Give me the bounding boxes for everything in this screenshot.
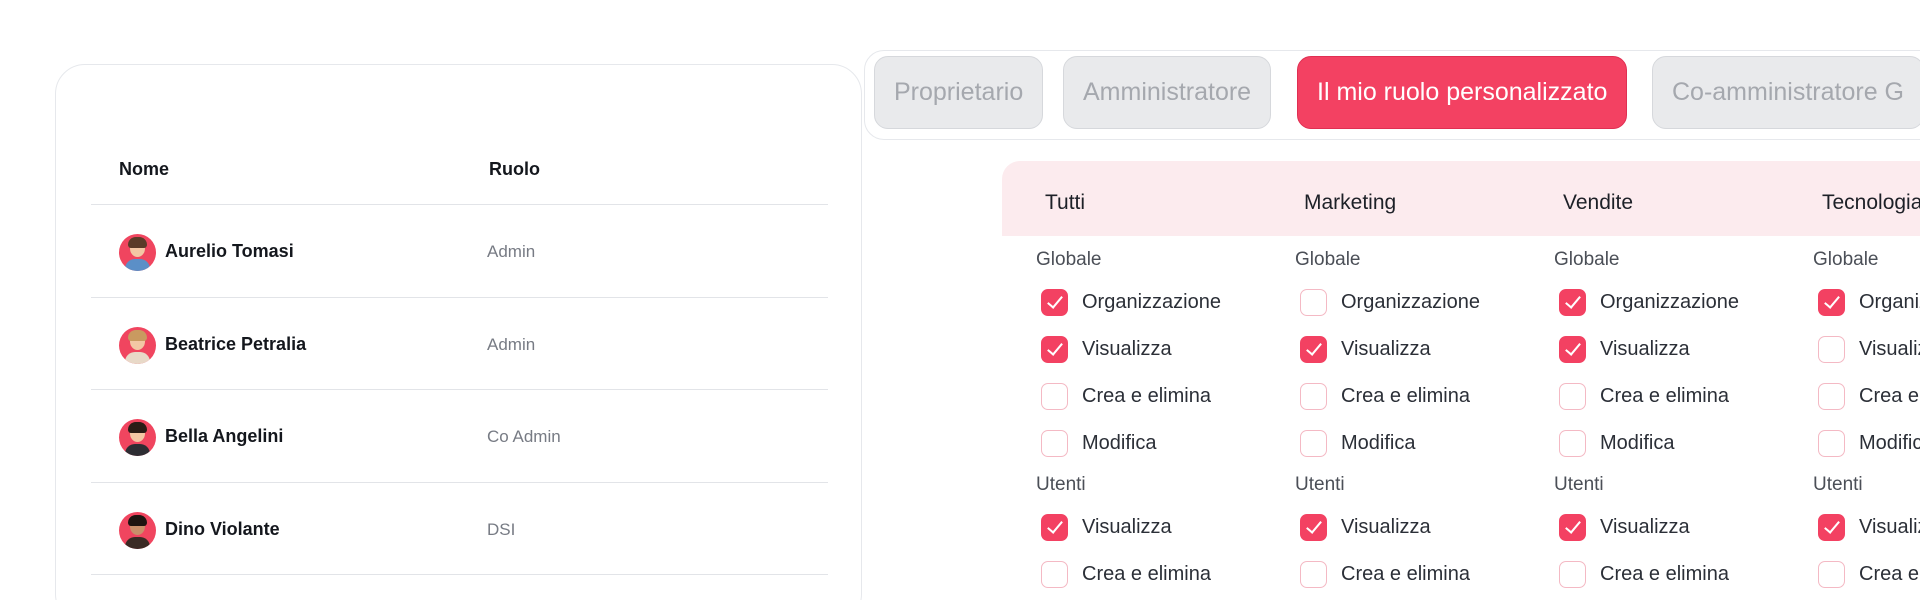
- avatar: [119, 419, 156, 456]
- checkbox[interactable]: [1300, 289, 1327, 316]
- avatar: [119, 511, 156, 549]
- checkbox[interactable]: [1041, 289, 1068, 316]
- permission-label: Crea e elimina: [1341, 385, 1470, 407]
- permission-label: Organizzazione: [1600, 291, 1739, 313]
- users-table: Nome Ruolo Aurelio Tomasi Admin Beatrice…: [91, 115, 828, 575]
- checkbox[interactable]: [1041, 514, 1068, 541]
- tab-co-amministratore[interactable]: Co-amministratore G: [1652, 56, 1920, 129]
- column-title-vendite: Vendite: [1563, 191, 1634, 214]
- checkbox[interactable]: [1300, 336, 1327, 363]
- checkbox[interactable]: [1559, 336, 1586, 363]
- permission-label: Visualizza: [1600, 516, 1690, 538]
- column-header-name[interactable]: Nome: [119, 159, 169, 180]
- column-title-tecnologia: Tecnologia: [1822, 191, 1920, 214]
- users-table-header: Nome Ruolo: [91, 115, 828, 205]
- permission-label: Crea e elimina: [1082, 385, 1211, 407]
- tab-custom-role[interactable]: Il mio ruolo personalizzato: [1297, 56, 1628, 129]
- group-label-utenti: Utenti: [1813, 474, 1863, 495]
- checkbox[interactable]: [1300, 514, 1327, 541]
- permission-label: Modifica: [1600, 432, 1675, 454]
- user-role: Co Admin: [487, 427, 561, 446]
- permissions-header: [1002, 161, 1920, 236]
- checkbox[interactable]: [1559, 289, 1586, 316]
- permission-label: Modifica: [1859, 432, 1920, 454]
- user-name: Dino Violante: [165, 518, 280, 539]
- checkbox[interactable]: [1041, 561, 1068, 588]
- checkbox[interactable]: [1818, 430, 1845, 457]
- group-label-globale: Globale: [1036, 249, 1102, 270]
- user-name: Aurelio Tomasi: [165, 241, 294, 261]
- table-row[interactable]: Aurelio Tomasi Admin: [91, 205, 828, 298]
- permission-label: Visualizza: [1859, 516, 1920, 538]
- permission-label: Crea e elimina: [1859, 563, 1920, 585]
- column-header-role[interactable]: Ruolo: [489, 159, 540, 180]
- group-label-globale: Globale: [1813, 249, 1879, 270]
- checkbox[interactable]: [1559, 430, 1586, 457]
- tab-amministratore[interactable]: Amministratore: [1063, 56, 1272, 129]
- user-name: Beatrice Petralia: [165, 333, 307, 354]
- permission-label: Crea e elimina: [1341, 563, 1470, 585]
- permission-label: Crea e elimina: [1600, 385, 1729, 407]
- permission-label: Crea e elimina: [1600, 563, 1729, 585]
- permission-label: Visualizza: [1341, 516, 1431, 538]
- checkbox[interactable]: [1818, 289, 1845, 316]
- user-role: DSI: [487, 519, 516, 539]
- permission-label: Crea e elimina: [1082, 563, 1211, 585]
- checkbox[interactable]: [1300, 383, 1327, 410]
- checkbox[interactable]: [1300, 561, 1327, 588]
- permission-label: Visualizza: [1082, 338, 1172, 360]
- checkbox[interactable]: [1818, 383, 1845, 410]
- table-row[interactable]: Dino Violante DSI: [91, 483, 828, 575]
- permission-label: Visualizza: [1341, 338, 1431, 360]
- column-title-tutti: Tutti: [1045, 191, 1086, 214]
- checkbox[interactable]: [1818, 561, 1845, 588]
- permission-label: Organizzazione: [1859, 291, 1920, 313]
- checkbox[interactable]: [1300, 430, 1327, 457]
- table-row[interactable]: Bella Angelini Co Admin: [91, 390, 828, 483]
- group-label-utenti: Utenti: [1295, 474, 1345, 495]
- group-label-utenti: Utenti: [1554, 474, 1604, 495]
- permission-label: Modifica: [1341, 432, 1416, 454]
- group-label-globale: Globale: [1554, 249, 1620, 270]
- checkbox[interactable]: [1818, 514, 1845, 541]
- permission-label: Visualizza: [1859, 338, 1920, 360]
- user-role: Admin: [487, 242, 536, 261]
- checkbox[interactable]: [1559, 383, 1586, 410]
- group-label-utenti: Utenti: [1036, 474, 1086, 495]
- permission-label: Visualizza: [1082, 516, 1172, 538]
- user-name: Bella Angelini: [165, 426, 284, 446]
- group-label-globale: Globale: [1295, 249, 1361, 270]
- permission-label: Organizzazione: [1082, 291, 1221, 313]
- checkbox[interactable]: [1559, 514, 1586, 541]
- permission-label: Crea e elimina: [1859, 385, 1920, 407]
- users-card: Nome Ruolo Aurelio Tomasi Admin Beatrice…: [55, 64, 862, 600]
- checkbox[interactable]: [1559, 561, 1586, 588]
- tab-proprietario[interactable]: Proprietario: [874, 56, 1044, 129]
- permission-label: Modifica: [1082, 432, 1157, 454]
- user-role: Admin: [487, 334, 536, 354]
- column-title-marketing: Marketing: [1304, 191, 1397, 214]
- checkbox[interactable]: [1041, 383, 1068, 410]
- permission-label: Organizzazione: [1341, 291, 1480, 313]
- table-row[interactable]: Beatrice Petralia Admin: [91, 298, 828, 390]
- avatar: [119, 326, 156, 364]
- permission-label: Visualizza: [1600, 338, 1690, 360]
- checkbox[interactable]: [1041, 430, 1068, 457]
- avatar: [119, 234, 156, 271]
- checkbox[interactable]: [1041, 336, 1068, 363]
- checkbox[interactable]: [1818, 336, 1845, 363]
